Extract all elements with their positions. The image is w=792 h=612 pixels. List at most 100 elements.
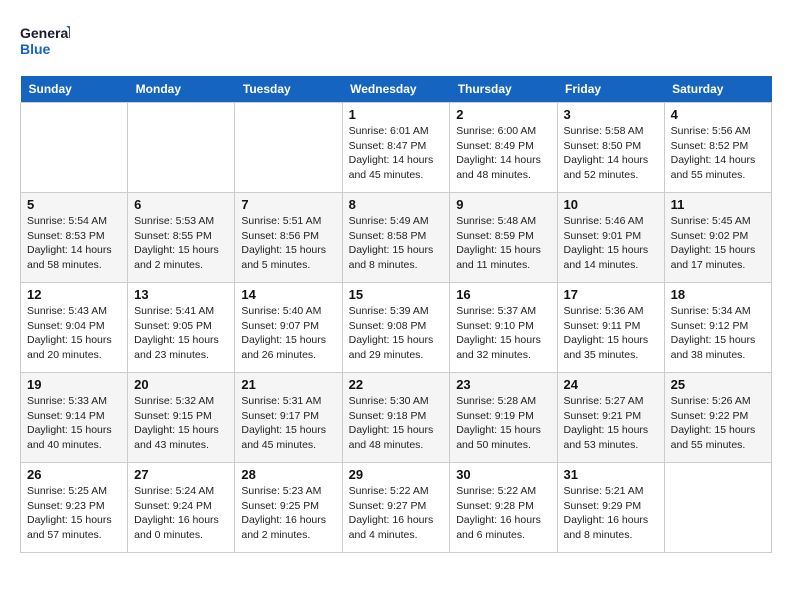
day-number: 6	[134, 197, 228, 212]
page-header: General Blue	[20, 20, 772, 60]
calendar-cell: 9 Sunrise: 5:48 AM Sunset: 8:59 PM Daylig…	[450, 193, 557, 283]
day-number: 16	[456, 287, 550, 302]
day-number: 15	[349, 287, 444, 302]
calendar-week-1: 1Sunrise: 6:01 AM Sunset: 8:47 PM Daylig…	[21, 103, 772, 193]
day-info: Sunrise: 5:46 AM Sunset: 9:01 PM Dayligh…	[564, 214, 658, 273]
calendar-cell: 16 Sunrise: 5:37 AM Sunset: 9:10 PM Dayli…	[450, 283, 557, 373]
calendar-cell: 24Sunrise: 5:27 AM Sunset: 9:21 PM Dayli…	[557, 373, 664, 463]
day-info: Sunrise: 5:53 AM Sunset: 8:55 PM Dayligh…	[134, 214, 228, 273]
day-number: 5	[27, 197, 121, 212]
day-number: 1	[349, 107, 444, 122]
day-info: Sunrise: 5:26 AM Sunset: 9:22 PM Dayligh…	[671, 394, 765, 453]
calendar-cell: 17 Sunrise: 5:36 AM Sunset: 9:11 PM Dayli…	[557, 283, 664, 373]
day-number: 22	[349, 377, 444, 392]
day-info: Sunrise: 5:43 AM Sunset: 9:04 PM Dayligh…	[27, 304, 121, 363]
day-number: 19	[27, 377, 121, 392]
calendar-week-4: 19Sunrise: 5:33 AM Sunset: 9:14 PM Dayli…	[21, 373, 772, 463]
day-number: 20	[134, 377, 228, 392]
day-number: 31	[564, 467, 658, 482]
day-info: Sunrise: 5:30 AM Sunset: 9:18 PM Dayligh…	[349, 394, 444, 453]
calendar-cell	[21, 103, 128, 193]
calendar-header: SundayMondayTuesdayWednesdayThursdayFrid…	[21, 76, 772, 103]
calendar-week-5: 26Sunrise: 5:25 AM Sunset: 9:23 PM Dayli…	[21, 463, 772, 553]
calendar-cell: 3 Sunrise: 5:58 AM Sunset: 8:50 PM Daylig…	[557, 103, 664, 193]
calendar-cell	[128, 103, 235, 193]
day-header-wednesday: Wednesday	[342, 76, 450, 103]
day-header-monday: Monday	[128, 76, 235, 103]
day-number: 2	[456, 107, 550, 122]
calendar-cell: 7Sunrise: 5:51 AM Sunset: 8:56 PM Daylig…	[235, 193, 342, 283]
logo: General Blue	[20, 20, 70, 60]
calendar-cell: 30Sunrise: 5:22 AM Sunset: 9:28 PM Dayli…	[450, 463, 557, 553]
day-number: 17	[564, 287, 658, 302]
calendar-cell: 8 Sunrise: 5:49 AM Sunset: 8:58 PM Daylig…	[342, 193, 450, 283]
day-number: 8	[349, 197, 444, 212]
calendar-week-2: 5 Sunrise: 5:54 AM Sunset: 8:53 PM Daylig…	[21, 193, 772, 283]
day-number: 11	[671, 197, 765, 212]
day-number: 14	[241, 287, 335, 302]
day-info: Sunrise: 5:23 AM Sunset: 9:25 PM Dayligh…	[241, 484, 335, 543]
day-info: Sunrise: 5:49 AM Sunset: 8:58 PM Dayligh…	[349, 214, 444, 273]
calendar-cell: 12 Sunrise: 5:43 AM Sunset: 9:04 PM Dayli…	[21, 283, 128, 373]
day-number: 10	[564, 197, 658, 212]
calendar-cell: 4 Sunrise: 5:56 AM Sunset: 8:52 PM Daylig…	[664, 103, 771, 193]
day-info: Sunrise: 5:37 AM Sunset: 9:10 PM Dayligh…	[456, 304, 550, 363]
calendar-cell: 5 Sunrise: 5:54 AM Sunset: 8:53 PM Daylig…	[21, 193, 128, 283]
logo-svg: General Blue	[20, 20, 70, 60]
calendar-cell: 29Sunrise: 5:22 AM Sunset: 9:27 PM Dayli…	[342, 463, 450, 553]
day-info: Sunrise: 5:54 AM Sunset: 8:53 PM Dayligh…	[27, 214, 121, 273]
svg-text:Blue: Blue	[20, 41, 51, 57]
day-info: Sunrise: 5:36 AM Sunset: 9:11 PM Dayligh…	[564, 304, 658, 363]
calendar-cell: 11 Sunrise: 5:45 AM Sunset: 9:02 PM Dayli…	[664, 193, 771, 283]
day-number: 25	[671, 377, 765, 392]
day-number: 12	[27, 287, 121, 302]
day-info: Sunrise: 5:45 AM Sunset: 9:02 PM Dayligh…	[671, 214, 765, 273]
day-info: Sunrise: 5:40 AM Sunset: 9:07 PM Dayligh…	[241, 304, 335, 363]
day-header-sunday: Sunday	[21, 76, 128, 103]
day-info: Sunrise: 5:24 AM Sunset: 9:24 PM Dayligh…	[134, 484, 228, 543]
day-number: 30	[456, 467, 550, 482]
calendar-cell: 15Sunrise: 5:39 AM Sunset: 9:08 PM Dayli…	[342, 283, 450, 373]
day-info: Sunrise: 5:31 AM Sunset: 9:17 PM Dayligh…	[241, 394, 335, 453]
day-number: 21	[241, 377, 335, 392]
day-info: Sunrise: 5:58 AM Sunset: 8:50 PM Dayligh…	[564, 124, 658, 183]
calendar-table: SundayMondayTuesdayWednesdayThursdayFrid…	[20, 76, 772, 553]
calendar-cell	[235, 103, 342, 193]
calendar-cell: 20Sunrise: 5:32 AM Sunset: 9:15 PM Dayli…	[128, 373, 235, 463]
day-number: 18	[671, 287, 765, 302]
day-info: Sunrise: 6:00 AM Sunset: 8:49 PM Dayligh…	[456, 124, 550, 183]
svg-text:General: General	[20, 25, 70, 41]
day-info: Sunrise: 5:48 AM Sunset: 8:59 PM Dayligh…	[456, 214, 550, 273]
calendar-cell: 19Sunrise: 5:33 AM Sunset: 9:14 PM Dayli…	[21, 373, 128, 463]
day-info: Sunrise: 5:56 AM Sunset: 8:52 PM Dayligh…	[671, 124, 765, 183]
calendar-cell: 26Sunrise: 5:25 AM Sunset: 9:23 PM Dayli…	[21, 463, 128, 553]
day-number: 23	[456, 377, 550, 392]
calendar-cell: 10 Sunrise: 5:46 AM Sunset: 9:01 PM Dayli…	[557, 193, 664, 283]
day-number: 26	[27, 467, 121, 482]
day-info: Sunrise: 5:28 AM Sunset: 9:19 PM Dayligh…	[456, 394, 550, 453]
day-number: 28	[241, 467, 335, 482]
calendar-cell: 21 Sunrise: 5:31 AM Sunset: 9:17 PM Dayli…	[235, 373, 342, 463]
calendar-week-3: 12 Sunrise: 5:43 AM Sunset: 9:04 PM Dayli…	[21, 283, 772, 373]
day-number: 9	[456, 197, 550, 212]
calendar-cell: 27 Sunrise: 5:24 AM Sunset: 9:24 PM Dayli…	[128, 463, 235, 553]
day-number: 3	[564, 107, 658, 122]
calendar-cell: 1Sunrise: 6:01 AM Sunset: 8:47 PM Daylig…	[342, 103, 450, 193]
calendar-cell: 18 Sunrise: 5:34 AM Sunset: 9:12 PM Dayli…	[664, 283, 771, 373]
calendar-cell: 25 Sunrise: 5:26 AM Sunset: 9:22 PM Dayli…	[664, 373, 771, 463]
day-header-thursday: Thursday	[450, 76, 557, 103]
day-info: Sunrise: 5:21 AM Sunset: 9:29 PM Dayligh…	[564, 484, 658, 543]
calendar-cell: 22 Sunrise: 5:30 AM Sunset: 9:18 PM Dayli…	[342, 373, 450, 463]
calendar-cell: 23 Sunrise: 5:28 AM Sunset: 9:19 PM Dayli…	[450, 373, 557, 463]
day-header-friday: Friday	[557, 76, 664, 103]
day-header-saturday: Saturday	[664, 76, 771, 103]
day-info: Sunrise: 5:34 AM Sunset: 9:12 PM Dayligh…	[671, 304, 765, 363]
calendar-cell: 6 Sunrise: 5:53 AM Sunset: 8:55 PM Daylig…	[128, 193, 235, 283]
day-info: Sunrise: 5:27 AM Sunset: 9:21 PM Dayligh…	[564, 394, 658, 453]
day-number: 13	[134, 287, 228, 302]
day-number: 4	[671, 107, 765, 122]
day-number: 27	[134, 467, 228, 482]
calendar-cell: 28 Sunrise: 5:23 AM Sunset: 9:25 PM Dayli…	[235, 463, 342, 553]
day-number: 7	[241, 197, 335, 212]
calendar-cell: 13Sunrise: 5:41 AM Sunset: 9:05 PM Dayli…	[128, 283, 235, 373]
